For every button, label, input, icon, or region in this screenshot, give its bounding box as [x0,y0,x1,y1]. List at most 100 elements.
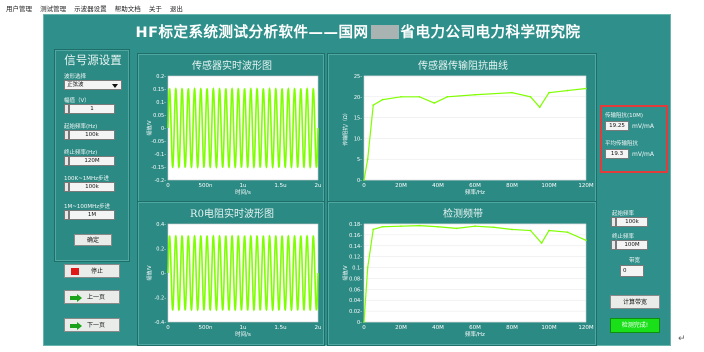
x-tick-label: 120M [578,325,593,331]
sensor-wave-panel: 传感器实时波形图 0.2- 0.15- 0.1- 0.05- 0- -0.05- -0.1-… [137,53,325,205]
y-tick-label: 0.2- [156,247,166,253]
data-point [418,95,421,98]
impedance-results-box: 传输阻抗(10M) 19.25 mV/mA 平均传输阻抗 19.3 mV/mA [600,105,668,173]
data-point [381,225,384,228]
y-axis-label: 传输阻抗/（Ω） [342,110,349,146]
y-tick-label: -0.4- [154,320,166,326]
y-tick-label: 20- [354,95,362,101]
menu-item-user[interactable]: 用户管理 [6,3,32,13]
step2-field[interactable]: 1M [69,210,115,220]
y-tick-label: -0.2- [154,178,166,184]
x-tick-label: 1.5u [274,183,286,189]
waveform-label: 波形选择 [64,74,87,80]
y-tick-label: 5- [357,157,362,163]
menu-item-exit[interactable]: 退出 [170,3,183,13]
amplitude-label: 幅值（V） [64,98,90,104]
x-tick-label: 40M [432,183,444,189]
stop-button[interactable]: 停止 [64,264,120,278]
step1-label: 100K~1MHz步进 [64,176,109,182]
data-point [400,225,402,228]
impedance-chart: 25-20-15-10-5-0-0 20M 40M 60M 80M 100M 120M频率/… [342,74,594,196]
prev-page-button[interactable]: 上一页 [64,290,120,304]
data-point [538,106,541,109]
y-tick-label: 15- [354,116,362,122]
y-tick-label: -0.15- [151,165,166,171]
x-tick-label: 1.5u [274,325,286,331]
band-end-field[interactable]: 100M [616,240,648,250]
x-tick-label: 80M [506,325,518,331]
data-point [372,228,375,231]
data-point [548,229,550,232]
data-point [474,93,476,96]
data-point [492,226,495,229]
step1-field[interactable]: 100k [69,182,115,192]
waveform-value: 正弦波 [67,82,84,88]
data-point [511,228,513,231]
data-point [529,95,532,98]
band-end-label: 终止频率 [612,234,635,240]
end-freq-field[interactable]: 120M [69,156,115,166]
y-axis-label: 幅值/V [146,120,153,136]
avg-zt-unit: mV/mA [632,151,654,158]
x-tick-label: 500n [199,325,213,331]
data-point [418,224,421,227]
detection-complete-button[interactable]: 检测完成! [610,318,660,333]
plot-area [363,75,587,181]
y-tick-label: -0.1- [154,152,166,158]
y-tick-label: 0- [161,126,166,132]
confirm-button[interactable]: 确定 [74,234,112,246]
signal-heading: 信号源设置 [64,53,122,67]
app-title: HF标定系统测试分析软件——国网 省电力公司电力科学研究院 [44,21,672,42]
y-tick-label: 0.05- [153,113,166,119]
y-tick-label: 0.4- [156,222,166,228]
impedance-panel: 传感器传输阻抗曲线 25- 20- 15- 10- 5- 0- 0 20M 40M 60M 80M 1… [327,53,597,205]
step2-label: 1M~100MHz步进 [64,204,111,210]
y-tick-label: 0.08- [349,276,362,282]
x-axis-label: 频率/Hz [465,188,485,196]
amplitude-field[interactable]: 1 [69,104,115,114]
band-start-field[interactable]: 100k [616,217,648,227]
avg-zt-value: 19.3 [605,149,629,159]
x-axis-label: 时间/s [235,330,251,338]
band-start-label: 起始频率 [612,211,635,217]
title-redaction [370,25,399,39]
arrow-right-icon [70,294,82,307]
data-point [366,266,369,269]
calc-bandwidth-button[interactable]: 计算带宽 [610,295,660,309]
band-chart: 0.18- 0.16- 0.14- 0.12- 0.1- 0.08- 0.06- 0.04- 0… [342,222,594,338]
data-point [548,91,550,94]
y-tick-label: 0.12- [349,255,362,261]
data-point [529,229,532,232]
data-point [381,98,384,101]
x-tick-label: 20M [395,183,407,189]
data-point [455,227,458,230]
data-point [585,87,587,90]
data-point [474,225,476,228]
x-tick-label: 100M [541,183,556,189]
title-right: 省电力公司电力科学研究院 [400,25,581,41]
x-tick-label: 40M [432,325,444,331]
zt-value: 19.25 [605,121,629,131]
start-freq-field[interactable]: 100k [69,130,115,140]
y-tick-label: 0.1- [156,100,166,106]
menu-item-about[interactable]: 关于 [149,3,162,13]
data-point [366,158,369,161]
data-point [363,179,365,181]
x-tick-label: 80M [506,183,518,189]
y-tick-label: 0- [161,271,166,277]
x-tick-label: 0 [362,183,366,189]
waveform-select[interactable]: 正弦波 [64,80,122,90]
menu-item-scope[interactable]: 示波器设置 [74,3,107,13]
menu-bar: 用户管理 测试管理 示波器设置 帮助文档 关于 退出 [0,0,704,14]
x-tick-label: 500n [199,183,213,189]
menu-item-test[interactable]: 测试管理 [40,3,66,13]
x-tick-label: 2u [315,183,322,189]
x-tick-label: 1u [240,183,247,189]
next-page-label: 下一页 [87,322,106,329]
r0-wave-chart: 0.4- 0.2- 0- -0.2- -0.4-0 500n 1u 1.5u 2u 时间/s 幅值/… [146,222,322,338]
next-page-button[interactable]: 下一页 [64,318,120,332]
y-tick-label: 0.04- [349,298,362,304]
y-axis-label: 幅值/V [146,265,153,281]
x-tick-label: 60M [469,325,481,331]
menu-item-help[interactable]: 帮助文档 [115,3,141,13]
